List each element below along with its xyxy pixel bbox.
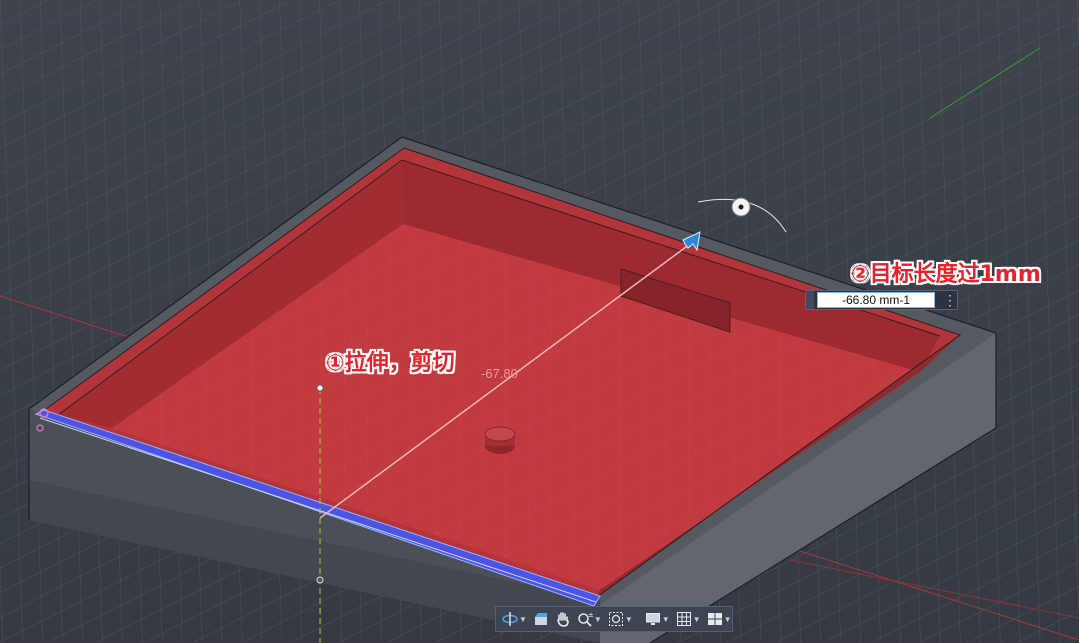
guide-point-bottom (316, 576, 324, 584)
dimension-input-box: ⋮ (805, 290, 958, 310)
dimension-ghost-label: -67.80 (481, 366, 518, 381)
chevron-down-icon[interactable]: ▼ (519, 615, 527, 624)
chevron-down-icon[interactable]: ▼ (594, 615, 602, 624)
drag-grip[interactable] (806, 291, 815, 309)
grid-icon (676, 612, 691, 626)
chevron-down-icon[interactable]: ▼ (693, 615, 701, 624)
fit-button[interactable]: ▼ (606, 609, 635, 629)
chevron-down-icon[interactable]: ▼ (724, 615, 732, 624)
look-at-button[interactable] (531, 609, 551, 629)
orbit-icon (502, 612, 518, 626)
guide-point-top (316, 384, 324, 392)
distance-input[interactable] (817, 292, 935, 308)
viewports-icon (707, 613, 722, 625)
grid-settings-button[interactable]: ▼ (674, 609, 703, 629)
chevron-down-icon[interactable]: ▼ (662, 615, 670, 624)
pan-button[interactable] (553, 609, 573, 629)
annotation-extrude-cut: ①拉伸，剪切 (326, 351, 455, 376)
more-options-icon[interactable]: ⋮ (943, 293, 957, 307)
center-boss-top (484, 426, 516, 442)
annotation-target-length: ②目标长度过1mm (851, 262, 1041, 287)
fit-icon (608, 612, 623, 626)
display-settings-button[interactable]: ▼ (643, 609, 672, 629)
svg-text:±: ± (588, 611, 593, 619)
chevron-down-icon[interactable]: ▼ (625, 615, 633, 624)
zoom-icon: ± (578, 611, 593, 627)
rotation-handle-dot (738, 204, 744, 210)
viewports-button[interactable]: ▼ (705, 609, 734, 629)
canvas-viewport[interactable] (0, 0, 1079, 643)
orbit-button[interactable]: ▼ (500, 609, 529, 629)
look-at-icon (534, 613, 547, 625)
monitor-icon (645, 613, 660, 625)
hand-icon (557, 612, 569, 627)
navigation-toolbar: ▼ ± ▼ ▼ ▼ ▼ ▼ (495, 606, 733, 632)
zoom-button[interactable]: ± ▼ (575, 609, 604, 629)
